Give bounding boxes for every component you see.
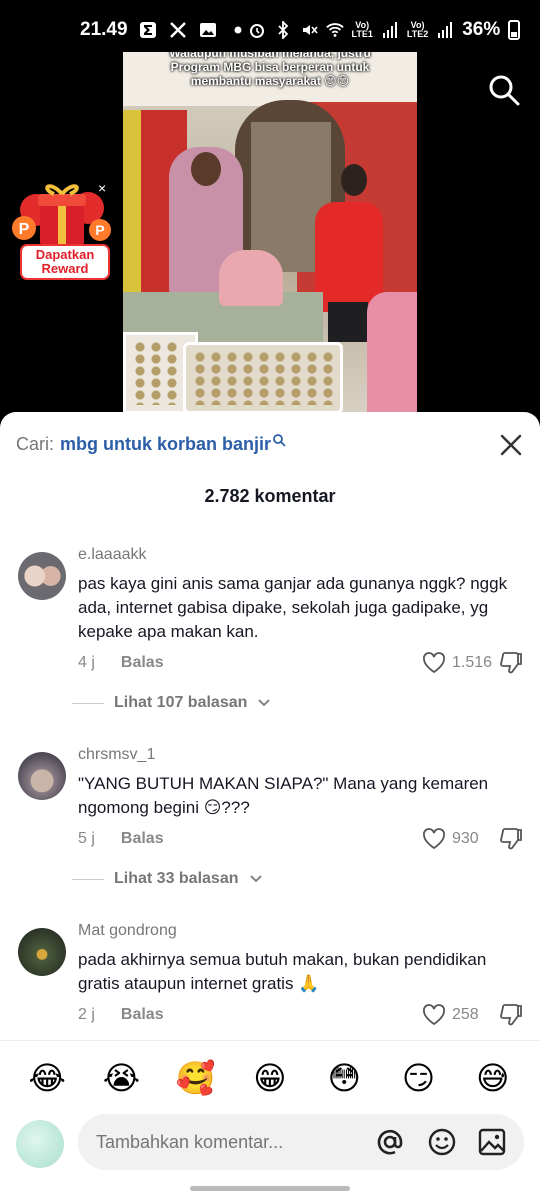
emoji-button[interactable]: 🥰: [174, 1059, 218, 1097]
wifi-icon: [325, 21, 344, 39]
comment-username[interactable]: chrsmsv_1: [78, 746, 155, 764]
comment-text: "YANG BUTUH MAKAN SIAPA?" Mana yang kema…: [78, 774, 489, 817]
status-left: 21.49: [80, 19, 248, 41]
dislike-icon: [500, 652, 522, 674]
comment-age: 4 j: [78, 654, 95, 671]
chevron-down-icon: [258, 699, 271, 707]
signal1-icon: [381, 21, 399, 39]
like-count: 930: [452, 830, 479, 847]
comment-composer: [0, 1110, 540, 1200]
emoji-button[interactable]: 😏: [397, 1059, 441, 1097]
sigma-app-icon: [138, 20, 158, 40]
reply-button[interactable]: Balas: [121, 1006, 164, 1024]
comment-meta: 5 j Balas: [78, 830, 164, 848]
divider: [72, 878, 104, 880]
like-button[interactable]: 258: [422, 1004, 479, 1026]
video-scene-person: [367, 292, 417, 412]
search-icon: [489, 75, 520, 106]
at-icon: [377, 1129, 403, 1155]
video-scene-person-head: [341, 164, 367, 196]
related-search-prefix: Cari:: [16, 434, 55, 454]
comment-age: 2 j: [78, 1006, 95, 1023]
video-player[interactable]: Walaupun musibah melanda, justru Program…: [123, 52, 417, 414]
view-replies-label: Lihat 33 balasan: [114, 870, 239, 887]
status-time: 21.49: [80, 19, 128, 40]
home-indicator[interactable]: [190, 1186, 350, 1191]
status-bar: 21.49 Vo) LTE1 Vo) LTE2 36%: [0, 0, 540, 60]
like-button[interactable]: 930: [422, 828, 479, 850]
mention-button[interactable]: [374, 1126, 406, 1158]
x-app-icon: [168, 20, 188, 40]
chevron-down-icon: [249, 875, 262, 883]
video-scene-person-head: [191, 152, 221, 186]
close-icon: [500, 434, 522, 456]
svg-text:P: P: [19, 221, 30, 238]
divider: [72, 702, 104, 704]
comment-text: pas kaya gini anis sama ganjar ada gunan…: [78, 574, 508, 641]
related-search[interactable]: Cari: mbg untuk korban banjir: [16, 433, 286, 455]
view-replies-button[interactable]: Lihat 33 balasan: [72, 870, 263, 888]
comment-username[interactable]: e.laaaakk: [78, 546, 147, 564]
comment-meta: 4 j Balas: [78, 654, 164, 672]
dislike-button[interactable]: [498, 650, 524, 676]
dislike-button[interactable]: [498, 826, 524, 852]
reply-button[interactable]: Balas: [121, 654, 164, 672]
video-scene-person: [219, 250, 283, 306]
gallery-notification-icon: [198, 20, 218, 40]
video-scene-person: [315, 202, 383, 312]
alarm-icon: [248, 21, 266, 39]
image-attach-button[interactable]: [476, 1126, 508, 1158]
video-caption: Walaupun musibah melanda, justru Program…: [169, 52, 371, 88]
lte2-label: Vo) LTE2: [406, 20, 429, 39]
video-scene-tray: [183, 342, 343, 414]
smile-icon: [428, 1128, 456, 1156]
avatar[interactable]: [18, 928, 66, 976]
comment-count: 2.782 komentar: [204, 486, 336, 506]
heart-icon: [423, 652, 445, 674]
view-replies-label: Lihat 107 balasan: [114, 694, 248, 711]
avatar[interactable]: [18, 752, 66, 800]
emoji-button[interactable]: 😁: [248, 1059, 292, 1097]
battery-percentage: 36%: [462, 19, 501, 40]
mute-icon: [300, 21, 318, 39]
emoji-button[interactable]: 😅: [471, 1059, 515, 1097]
svg-text:P: P: [95, 222, 104, 238]
close-button[interactable]: [498, 432, 524, 458]
dislike-button[interactable]: [498, 1002, 524, 1028]
lte1-label: Vo) LTE1: [351, 20, 373, 39]
emoji-button[interactable]: 😭: [99, 1059, 143, 1097]
search-button[interactable]: [486, 72, 522, 108]
dislike-icon: [500, 1004, 522, 1026]
reward-label[interactable]: Dapatkan Reward: [20, 244, 110, 280]
more-notifications-dot-icon: [228, 20, 248, 40]
like-button[interactable]: 1.516: [422, 652, 492, 674]
comment-meta: 2 j Balas: [78, 1006, 164, 1024]
reply-button[interactable]: Balas: [121, 830, 164, 848]
quick-emoji-bar: 😂 😭 🥰 😁 😳 😏 😅: [0, 1040, 540, 1114]
comment-text: pada akhirnya semua butuh makan, bukan p…: [78, 950, 487, 993]
emoji-button[interactable]: 😳: [322, 1059, 366, 1097]
status-right: Vo) LTE1 Vo) LTE2 36%: [248, 19, 521, 41]
heart-icon: [423, 1004, 445, 1026]
like-count: 258: [452, 1006, 479, 1023]
view-replies-button[interactable]: Lihat 107 balasan: [72, 694, 271, 712]
reward-close-icon[interactable]: ×: [98, 180, 106, 196]
battery-icon: [508, 20, 521, 40]
image-icon: [478, 1128, 506, 1156]
emoji-picker-button[interactable]: [426, 1126, 458, 1158]
emoji-button[interactable]: 😂: [25, 1059, 69, 1097]
like-count: 1.516: [452, 654, 493, 671]
bluetooth-icon: [274, 21, 292, 39]
search-icon: [273, 433, 286, 447]
avatar[interactable]: [18, 552, 66, 600]
video-scene-person-legs: [328, 302, 368, 342]
dislike-icon: [500, 828, 522, 850]
comment-username[interactable]: Mat gondrong: [78, 922, 177, 940]
video-scene-wall-yellow: [123, 110, 141, 300]
signal2-icon: [436, 21, 454, 39]
related-search-link[interactable]: mbg untuk korban banjir: [60, 434, 271, 455]
heart-icon: [423, 828, 445, 850]
comment-age: 5 j: [78, 830, 95, 847]
self-avatar: [16, 1120, 64, 1168]
